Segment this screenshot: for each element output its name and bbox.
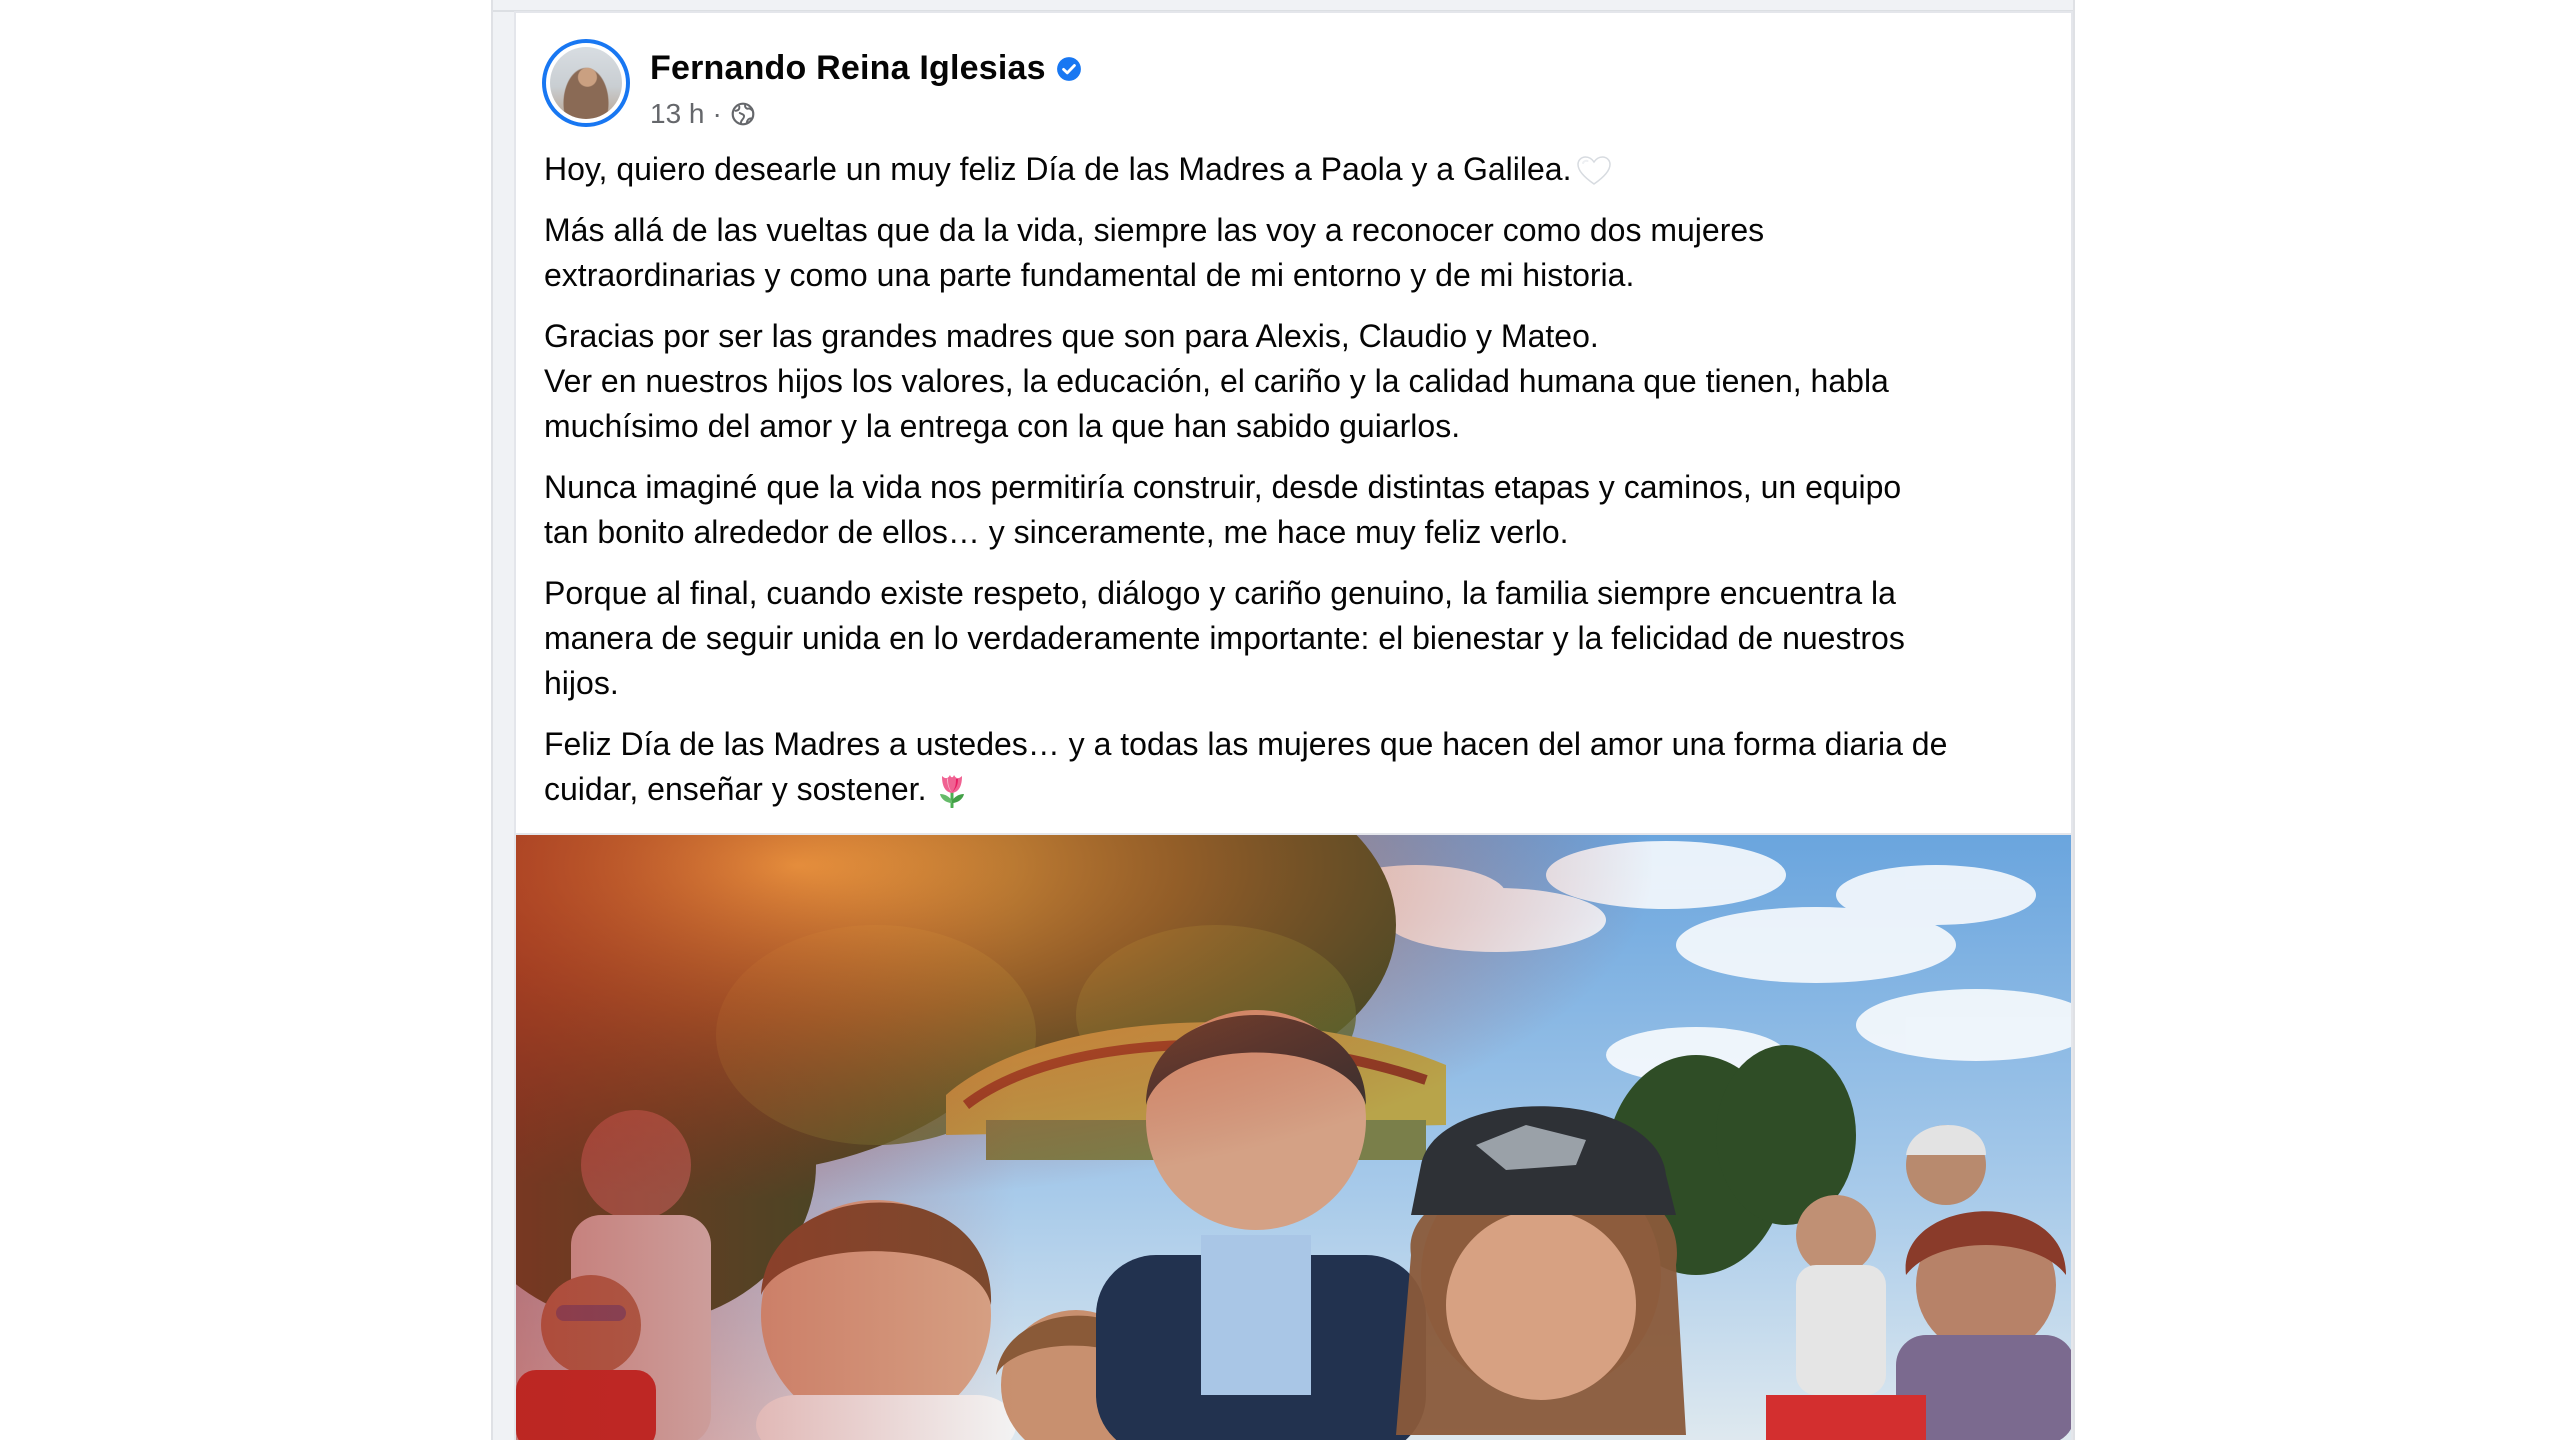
avatar: [550, 47, 622, 119]
post-card: Fernando Reina Iglesias 13 h · Hoy, quie…: [514, 11, 2073, 1440]
author-block: Fernando Reina Iglesias 13 h ·: [650, 49, 1082, 130]
post-paragraph-3: Gracias por ser las grandes madres que s…: [544, 318, 1889, 444]
post-meta: 13 h ·: [650, 98, 1082, 130]
tulip-emoji: [934, 770, 970, 809]
author-name-link[interactable]: Fernando Reina Iglesias: [650, 49, 1046, 88]
post-paragraph-4: Nunca imaginé que la vida nos permitiría…: [544, 469, 1902, 550]
post-paragraph-2: Más allá de las vueltas que da la vida, …: [544, 212, 1765, 293]
white-heart-emoji: [1577, 153, 1612, 185]
page: Fernando Reina Iglesias 13 h · Hoy, quie…: [0, 0, 2560, 1440]
feed-column: Fernando Reina Iglesias 13 h · Hoy, quie…: [491, 0, 2075, 1440]
author-avatar-link[interactable]: [542, 39, 630, 127]
post-header: Fernando Reina Iglesias 13 h ·: [542, 39, 1942, 139]
paragraph-1-text: Hoy, quiero desearle un muy feliz Día de…: [544, 151, 1572, 187]
author-line: Fernando Reina Iglesias: [650, 49, 1082, 88]
post-paragraph-5: Porque al final, cuando existe respeto, …: [544, 575, 1905, 701]
post-timestamp-link[interactable]: 13 h: [650, 98, 705, 130]
post-photo[interactable]: [516, 833, 2071, 1440]
meta-separator: ·: [712, 98, 722, 129]
post-paragraph-1: Hoy, quiero desearle un muy feliz Día de…: [544, 147, 2044, 192]
globe-icon[interactable]: [730, 101, 756, 127]
post-paragraph-6: Feliz Día de las Madres a ustedes… y a t…: [544, 722, 2044, 812]
photo-image: [516, 835, 2071, 1440]
post-text: Hoy, quiero desearle un muy feliz Día de…: [544, 147, 2044, 828]
paragraph-6-text: Feliz Día de las Madres a ustedes… y a t…: [544, 726, 1948, 807]
verified-badge-icon: [1056, 56, 1082, 82]
